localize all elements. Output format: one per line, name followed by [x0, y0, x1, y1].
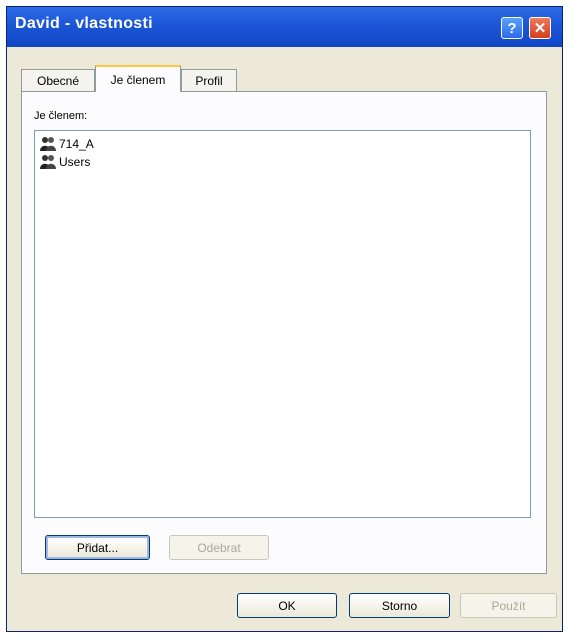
- close-button[interactable]: ✕: [529, 17, 551, 39]
- tab-profile[interactable]: Profil: [181, 69, 237, 91]
- apply-button[interactable]: Použít: [460, 593, 557, 618]
- list-item[interactable]: Users: [39, 153, 90, 170]
- remove-button[interactable]: Odebrat: [169, 535, 269, 560]
- group-icon: [40, 155, 56, 169]
- window-title: David - vlastnosti: [15, 15, 153, 32]
- member-of-label: Je členem:: [34, 110, 88, 122]
- close-icon: ✕: [533, 20, 547, 37]
- title-bar[interactable]: David - vlastnosti ? ✕: [7, 7, 562, 47]
- group-name: 714_A: [59, 136, 94, 151]
- add-button[interactable]: Přidat...: [45, 535, 150, 560]
- group-name: Users: [59, 154, 91, 169]
- cancel-button[interactable]: Storno: [349, 593, 450, 618]
- tab-member-of[interactable]: Je členem: [95, 65, 181, 92]
- properties-dialog: David - vlastnosti ? ✕ Obecné Je členem …: [6, 6, 563, 632]
- tab-panel: Je členem: 714_A Users Přidat... Odebrat: [21, 91, 547, 574]
- help-icon: ?: [507, 19, 517, 37]
- tab-general[interactable]: Obecné: [21, 69, 95, 91]
- ok-button[interactable]: OK: [237, 593, 337, 618]
- member-of-list[interactable]: 714_A Users: [34, 130, 531, 518]
- list-item[interactable]: 714_A: [39, 135, 94, 152]
- group-icon: [40, 137, 56, 151]
- help-button[interactable]: ?: [501, 17, 523, 39]
